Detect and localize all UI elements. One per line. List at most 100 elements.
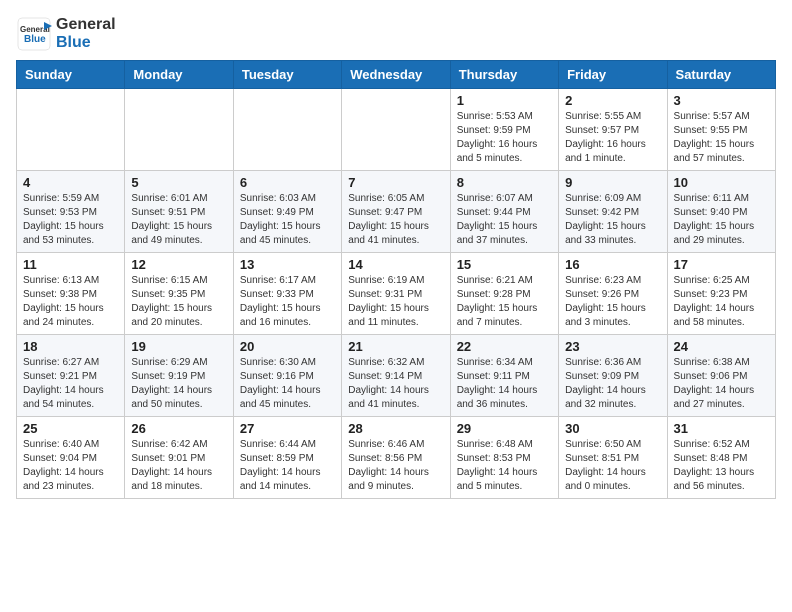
day-info: Sunrise: 6:23 AM Sunset: 9:26 PM Dayligh… — [565, 274, 660, 330]
day-info: Sunrise: 6:30 AM Sunset: 9:16 PM Dayligh… — [240, 356, 335, 412]
day-number: 29 — [457, 421, 552, 436]
calendar-cell: 31 Sunrise: 6:52 AM Sunset: 8:48 PM Dayli… — [667, 417, 775, 499]
day-number: 17 — [674, 257, 769, 272]
calendar-cell: 26 Sunrise: 6:42 AM Sunset: 9:01 PM Dayli… — [125, 417, 233, 499]
calendar-cell: 28Sunrise: 6:46 AM Sunset: 8:56 PM Dayli… — [342, 417, 450, 499]
calendar-week-row: 1Sunrise: 5:53 AM Sunset: 9:59 PM Daylig… — [17, 89, 776, 171]
weekday-header: Sunday — [17, 61, 125, 89]
day-info: Sunrise: 6:21 AM Sunset: 9:28 PM Dayligh… — [457, 274, 552, 330]
calendar-cell: 17 Sunrise: 6:25 AM Sunset: 9:23 PM Dayli… — [667, 253, 775, 335]
day-number: 26 — [131, 421, 226, 436]
day-info: Sunrise: 6:19 AM Sunset: 9:31 PM Dayligh… — [348, 274, 443, 330]
day-number: 12 — [131, 257, 226, 272]
day-number: 16 — [565, 257, 660, 272]
day-number: 22 — [457, 339, 552, 354]
day-info: Sunrise: 6:44 AM Sunset: 8:59 PM Dayligh… — [240, 438, 335, 494]
day-info: Sunrise: 6:32 AM Sunset: 9:14 PM Dayligh… — [348, 356, 443, 412]
day-info: Sunrise: 6:50 AM Sunset: 8:51 PM Dayligh… — [565, 438, 660, 494]
calendar-cell: 10Sunrise: 6:11 AM Sunset: 9:40 PM Dayli… — [667, 171, 775, 253]
day-number: 4 — [23, 175, 118, 190]
calendar-cell: 1Sunrise: 5:53 AM Sunset: 9:59 PM Daylig… — [450, 89, 558, 171]
day-number: 8 — [457, 175, 552, 190]
weekday-header: Wednesday — [342, 61, 450, 89]
calendar-cell: 19 Sunrise: 6:29 AM Sunset: 9:19 PM Dayli… — [125, 335, 233, 417]
day-number: 2 — [565, 93, 660, 108]
calendar-cell: 16 Sunrise: 6:23 AM Sunset: 9:26 PM Dayli… — [559, 253, 667, 335]
day-number: 11 — [23, 257, 118, 272]
day-info: Sunrise: 6:42 AM Sunset: 9:01 PM Dayligh… — [131, 438, 226, 494]
calendar-cell: 9 Sunrise: 6:09 AM Sunset: 9:42 PM Daylig… — [559, 171, 667, 253]
calendar-cell — [125, 89, 233, 171]
day-number: 27 — [240, 421, 335, 436]
calendar-cell: 4 Sunrise: 5:59 AM Sunset: 9:53 PM Daylig… — [17, 171, 125, 253]
weekday-header-row: SundayMondayTuesdayWednesdayThursdayFrid… — [17, 61, 776, 89]
logo: General Blue General Blue — [16, 16, 116, 52]
calendar-cell: 25 Sunrise: 6:40 AM Sunset: 9:04 PM Dayli… — [17, 417, 125, 499]
calendar-cell: 2 Sunrise: 5:55 AM Sunset: 9:57 PM Daylig… — [559, 89, 667, 171]
calendar-cell: 20Sunrise: 6:30 AM Sunset: 9:16 PM Dayli… — [233, 335, 341, 417]
day-number: 3 — [674, 93, 769, 108]
logo-svg: General Blue — [16, 16, 52, 52]
weekday-header: Friday — [559, 61, 667, 89]
calendar-cell: 24 Sunrise: 6:38 AM Sunset: 9:06 PM Dayli… — [667, 335, 775, 417]
calendar-cell: 13 Sunrise: 6:17 AM Sunset: 9:33 PM Dayli… — [233, 253, 341, 335]
logo-general: General — [56, 16, 116, 33]
day-number: 1 — [457, 93, 552, 108]
calendar-cell: 27 Sunrise: 6:44 AM Sunset: 8:59 PM Dayli… — [233, 417, 341, 499]
day-info: Sunrise: 6:07 AM Sunset: 9:44 PM Dayligh… — [457, 192, 552, 248]
calendar-cell: 30 Sunrise: 6:50 AM Sunset: 8:51 PM Dayli… — [559, 417, 667, 499]
calendar-cell: 3 Sunrise: 5:57 AM Sunset: 9:55 PM Daylig… — [667, 89, 775, 171]
day-info: Sunrise: 6:34 AM Sunset: 9:11 PM Dayligh… — [457, 356, 552, 412]
day-number: 9 — [565, 175, 660, 190]
calendar-cell — [233, 89, 341, 171]
calendar-cell: 7Sunrise: 6:05 AM Sunset: 9:47 PM Daylig… — [342, 171, 450, 253]
day-info: Sunrise: 6:13 AM Sunset: 9:38 PM Dayligh… — [23, 274, 118, 330]
day-number: 25 — [23, 421, 118, 436]
calendar-week-row: 25 Sunrise: 6:40 AM Sunset: 9:04 PM Dayli… — [17, 417, 776, 499]
day-info: Sunrise: 5:55 AM Sunset: 9:57 PM Dayligh… — [565, 110, 660, 166]
day-info: Sunrise: 6:52 AM Sunset: 8:48 PM Dayligh… — [674, 438, 769, 494]
day-info: Sunrise: 6:01 AM Sunset: 9:51 PM Dayligh… — [131, 192, 226, 248]
day-info: Sunrise: 6:03 AM Sunset: 9:49 PM Dayligh… — [240, 192, 335, 248]
calendar-cell: 8 Sunrise: 6:07 AM Sunset: 9:44 PM Daylig… — [450, 171, 558, 253]
day-number: 21 — [348, 339, 443, 354]
day-info: Sunrise: 6:15 AM Sunset: 9:35 PM Dayligh… — [131, 274, 226, 330]
weekday-header: Thursday — [450, 61, 558, 89]
day-info: Sunrise: 6:36 AM Sunset: 9:09 PM Dayligh… — [565, 356, 660, 412]
calendar-cell — [17, 89, 125, 171]
day-info: Sunrise: 6:29 AM Sunset: 9:19 PM Dayligh… — [131, 356, 226, 412]
day-number: 6 — [240, 175, 335, 190]
day-info: Sunrise: 5:59 AM Sunset: 9:53 PM Dayligh… — [23, 192, 118, 248]
weekday-header: Tuesday — [233, 61, 341, 89]
day-number: 31 — [674, 421, 769, 436]
weekday-header: Saturday — [667, 61, 775, 89]
calendar-week-row: 18 Sunrise: 6:27 AM Sunset: 9:21 PM Dayli… — [17, 335, 776, 417]
day-info: Sunrise: 5:57 AM Sunset: 9:55 PM Dayligh… — [674, 110, 769, 166]
page-header: General Blue General Blue — [16, 16, 776, 52]
calendar-cell — [342, 89, 450, 171]
day-number: 24 — [674, 339, 769, 354]
calendar-cell: 5 Sunrise: 6:01 AM Sunset: 9:51 PM Daylig… — [125, 171, 233, 253]
calendar-week-row: 4 Sunrise: 5:59 AM Sunset: 9:53 PM Daylig… — [17, 171, 776, 253]
day-info: Sunrise: 6:05 AM Sunset: 9:47 PM Dayligh… — [348, 192, 443, 248]
day-info: Sunrise: 6:38 AM Sunset: 9:06 PM Dayligh… — [674, 356, 769, 412]
weekday-header: Monday — [125, 61, 233, 89]
day-info: Sunrise: 6:11 AM Sunset: 9:40 PM Dayligh… — [674, 192, 769, 248]
day-info: Sunrise: 6:25 AM Sunset: 9:23 PM Dayligh… — [674, 274, 769, 330]
day-info: Sunrise: 6:46 AM Sunset: 8:56 PM Dayligh… — [348, 438, 443, 494]
calendar-cell: 15Sunrise: 6:21 AM Sunset: 9:28 PM Dayli… — [450, 253, 558, 335]
day-info: Sunrise: 6:17 AM Sunset: 9:33 PM Dayligh… — [240, 274, 335, 330]
day-info: Sunrise: 6:27 AM Sunset: 9:21 PM Dayligh… — [23, 356, 118, 412]
day-number: 14 — [348, 257, 443, 272]
day-info: Sunrise: 6:40 AM Sunset: 9:04 PM Dayligh… — [23, 438, 118, 494]
day-number: 13 — [240, 257, 335, 272]
day-number: 5 — [131, 175, 226, 190]
logo-blue: Blue — [56, 34, 91, 51]
day-info: Sunrise: 6:09 AM Sunset: 9:42 PM Dayligh… — [565, 192, 660, 248]
day-number: 19 — [131, 339, 226, 354]
calendar-cell: 14 Sunrise: 6:19 AM Sunset: 9:31 PM Dayli… — [342, 253, 450, 335]
day-number: 18 — [23, 339, 118, 354]
day-number: 30 — [565, 421, 660, 436]
svg-text:Blue: Blue — [24, 34, 46, 45]
calendar-table: SundayMondayTuesdayWednesdayThursdayFrid… — [16, 60, 776, 499]
